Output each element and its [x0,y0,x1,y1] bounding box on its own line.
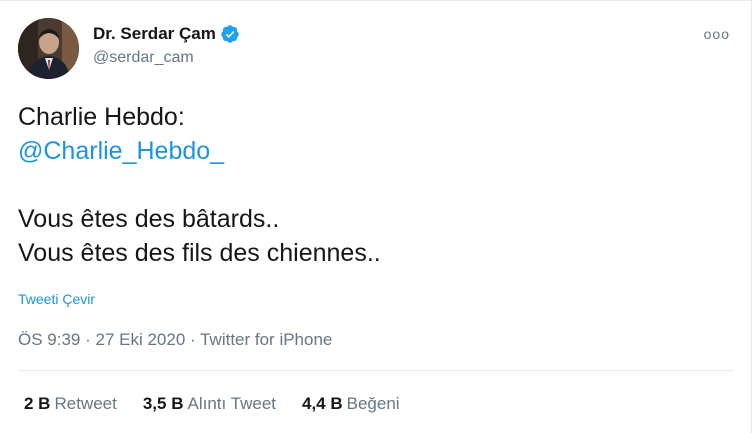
quote-label: Alıntı Tweet [187,394,276,413]
author-handle[interactable]: @serdar_cam [93,49,194,67]
like-count: 4,4 B [302,394,343,413]
tweet-source[interactable]: Twitter for iPhone [200,330,332,349]
tweet-line: Charlie Hebdo: [18,103,185,131]
tweet-date[interactable]: 27 Eki 2020 [95,330,185,349]
tweet-line: Vous êtes des bâtards.. [18,205,280,233]
tweet-text: Charlie Hebdo: @Charlie_Hebdo_ Vous êtes… [18,100,381,270]
retweet-count: 2 B [24,394,51,413]
quote-count: 3,5 B [142,394,184,413]
mention-link[interactable]: @Charlie_Hebdo_ [18,134,381,168]
engagement-stats: 2 B Retweet 3,5 B Alıntı Tweet 4,4 B Beğeni [24,394,426,414]
verified-badge-icon [220,24,240,44]
avatar-image [18,18,79,79]
tweet-time[interactable]: ÖS 9:39 [18,330,80,349]
retweet-label: Retweet [54,394,117,413]
avatar[interactable] [18,18,79,79]
retweet-stat[interactable]: 2 B Retweet [24,394,117,414]
tweet-card: Dr. Serdar Çam @serdar_cam ooo Charlie H… [0,0,752,433]
like-label: Beğeni [346,394,400,413]
top-border [0,0,752,1]
divider [18,370,734,371]
quote-tweet-stat[interactable]: 3,5 B Alıntı Tweet [143,394,276,414]
author-name[interactable]: Dr. Serdar Çam [93,24,216,44]
tweet-line: Vous êtes des fils des chiennes.. [18,239,381,267]
like-stat[interactable]: 4,4 B Beğeni [302,394,400,414]
translate-tweet-link[interactable]: Tweeti Çevir [18,291,95,307]
more-options-icon[interactable]: ooo [704,26,730,42]
author-name-row[interactable]: Dr. Serdar Çam [93,24,240,44]
meta-separator: · [80,330,96,349]
meta-separator: · [185,330,201,349]
tweet-meta: ÖS 9:39 · 27 Eki 2020 · Twitter for iPho… [18,330,332,350]
